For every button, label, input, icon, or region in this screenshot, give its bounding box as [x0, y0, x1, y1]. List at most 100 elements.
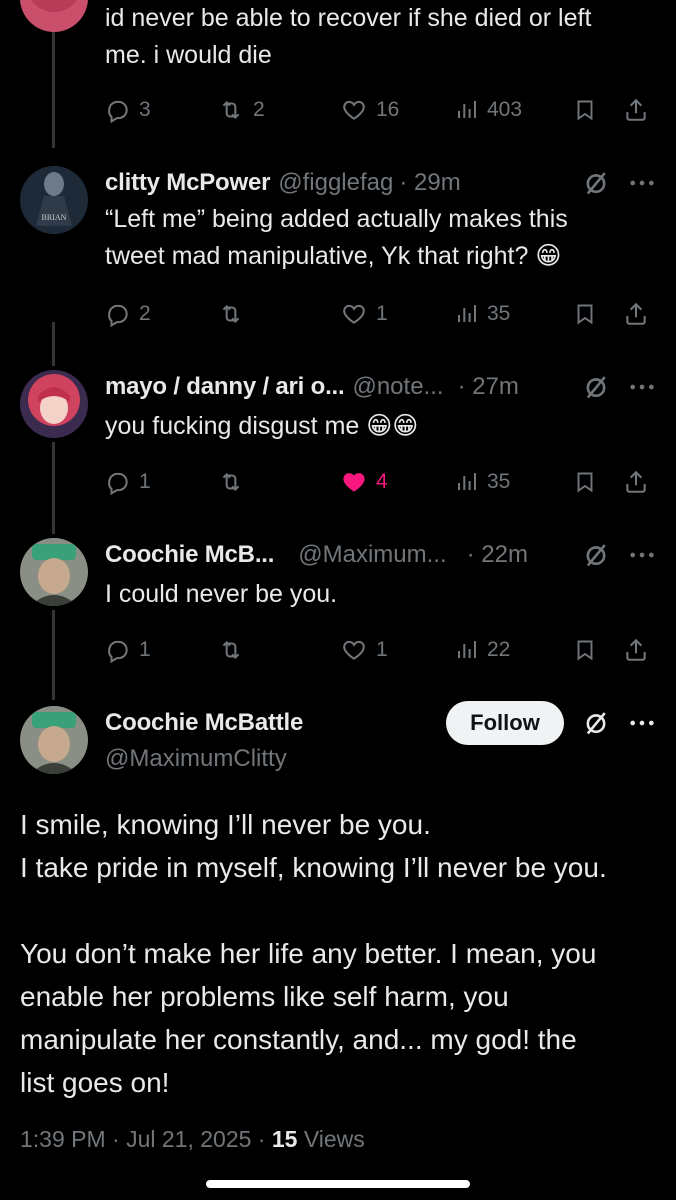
- username[interactable]: @MaximumClitty: [105, 745, 287, 773]
- repost-icon: [222, 100, 240, 120]
- avatar[interactable]: BRIAN: [20, 166, 88, 234]
- tweet-timestamp[interactable]: 1:39 PM · Jul 21, 2025 ·: [20, 1126, 272, 1152]
- tweet-text-line: “Left me” being added actually makes thi…: [105, 205, 568, 233]
- tweet-text: “Left me” being added actually makes thi…: [105, 201, 646, 275]
- reply-count: 1: [139, 638, 151, 661]
- tweet-text: I could never be you.: [105, 576, 646, 613]
- reply-icon: [108, 100, 128, 123]
- more-icon[interactable]: [628, 713, 656, 733]
- view-count: 35: [487, 302, 511, 325]
- like-button[interactable]: 4: [340, 462, 388, 502]
- tweet-text-line: You don’t make her life any better. I me…: [20, 938, 597, 969]
- main-tweet-handle-row: @MaximumClitty: [105, 742, 656, 776]
- tweet-text-line: me. i would die: [105, 41, 272, 69]
- display-name[interactable]: mayo / danny / ari o...: [105, 373, 345, 401]
- display-name[interactable]: Coochie McB...: [105, 541, 274, 569]
- more-icon[interactable]: [628, 545, 656, 565]
- tweet-actions: 3 2 16 403: [105, 90, 655, 130]
- avatar-label: BRIAN: [42, 213, 67, 222]
- avatar[interactable]: [20, 370, 88, 438]
- display-name[interactable]: clitty McPower: [105, 169, 270, 197]
- thread-line: [52, 442, 55, 534]
- tweet-meta: 1:39 PM · Jul 21, 2025 · 15 Views: [20, 1126, 365, 1153]
- thread-line: [52, 322, 55, 366]
- repost-button[interactable]: [217, 630, 253, 670]
- timestamp[interactable]: · 29m: [399, 169, 460, 197]
- views-button[interactable]: 35: [455, 294, 510, 334]
- main-tweet-header: Coochie McBattle Follow: [105, 701, 656, 745]
- tweet-text-line: manipulate her constantly, and... my god…: [20, 1024, 577, 1055]
- share-icon: [626, 98, 646, 121]
- reply-count: 1: [139, 470, 151, 493]
- bookmark-button[interactable]: [573, 294, 597, 334]
- heart-icon: [343, 304, 365, 324]
- views-label: Views: [297, 1126, 365, 1152]
- tweet-actions: 1 1 22: [105, 630, 655, 670]
- share-button[interactable]: [623, 294, 649, 334]
- bookmark-icon: [577, 472, 593, 493]
- tweet-header: clitty McPower @figglefag · 29m: [105, 166, 656, 200]
- follow-button[interactable]: Follow: [446, 701, 564, 745]
- heart-icon: [343, 640, 365, 660]
- reply-button[interactable]: 3: [105, 90, 151, 130]
- like-button[interactable]: 16: [340, 90, 399, 130]
- tweet-header: Coochie McB... @Maximum... · 22m: [105, 538, 656, 572]
- avatar[interactable]: [20, 706, 88, 774]
- like-count: 1: [376, 302, 388, 325]
- repost-button[interactable]: [217, 294, 253, 334]
- bookmark-button[interactable]: [573, 90, 597, 130]
- views-icon: [458, 641, 476, 658]
- tweet-text-line: you fucking disgust me 😁😁: [105, 412, 419, 440]
- views-button[interactable]: 403: [455, 90, 522, 130]
- display-name[interactable]: Coochie McBattle: [105, 709, 303, 737]
- reply-button[interactable]: 1: [105, 462, 151, 502]
- repost-button[interactable]: [217, 462, 253, 502]
- tweet-text-line: I smile, knowing I’ll never be you.: [20, 809, 431, 840]
- bookmark-icon: [577, 640, 593, 661]
- grok-icon[interactable]: [582, 709, 610, 737]
- view-count: 403: [487, 98, 523, 121]
- tweet-text-line: tweet mad manipulative, Yk that right? 😁: [105, 242, 562, 270]
- avatar[interactable]: [20, 538, 88, 606]
- like-button[interactable]: 1: [340, 630, 388, 670]
- views-button[interactable]: 22: [455, 630, 510, 670]
- home-indicator[interactable]: [206, 1180, 470, 1188]
- views-button[interactable]: 35: [455, 462, 510, 502]
- reply-count: 2: [139, 302, 151, 325]
- reply-button[interactable]: 1: [105, 630, 151, 670]
- like-button[interactable]: 1: [340, 294, 388, 334]
- repost-count: 2: [253, 98, 265, 121]
- more-icon[interactable]: [628, 173, 656, 193]
- username[interactable]: @Maximum...: [298, 541, 446, 569]
- username[interactable]: @note...: [352, 373, 443, 401]
- main-tweet-body: I smile, knowing I’ll never be you. I ta…: [20, 803, 658, 1104]
- tweet-text-line: I could never be you.: [105, 580, 338, 608]
- repost-icon: [222, 640, 240, 660]
- grok-icon[interactable]: [582, 169, 610, 197]
- bookmark-button[interactable]: [573, 630, 597, 670]
- share-button[interactable]: [623, 462, 649, 502]
- repost-button[interactable]: 2: [217, 90, 265, 130]
- bookmark-button[interactable]: [573, 462, 597, 502]
- grok-icon[interactable]: [582, 373, 610, 401]
- share-icon: [626, 302, 646, 325]
- more-icon[interactable]: [628, 377, 656, 397]
- tweet-actions: 1 4 35: [105, 462, 655, 502]
- bookmark-icon: [577, 100, 593, 121]
- reply-count: 3: [139, 98, 151, 121]
- tweet-text-line: enable her problems like self harm, you: [20, 981, 509, 1012]
- share-button[interactable]: [623, 630, 649, 670]
- tweet-header: mayo / danny / ari o... @note... · 27m: [105, 370, 656, 404]
- reply-icon: [108, 304, 128, 327]
- like-count: 4: [376, 470, 388, 493]
- repost-icon: [222, 304, 240, 324]
- timestamp[interactable]: · 27m: [458, 373, 519, 401]
- username[interactable]: @figglefag: [278, 169, 393, 197]
- views-icon: [458, 473, 476, 490]
- timestamp[interactable]: · 22m: [467, 541, 528, 569]
- avatar[interactable]: [20, 0, 88, 32]
- grok-icon[interactable]: [582, 541, 610, 569]
- tweet-text: you fucking disgust me 😁😁: [105, 408, 646, 445]
- share-button[interactable]: [623, 90, 649, 130]
- reply-button[interactable]: 2: [105, 294, 151, 334]
